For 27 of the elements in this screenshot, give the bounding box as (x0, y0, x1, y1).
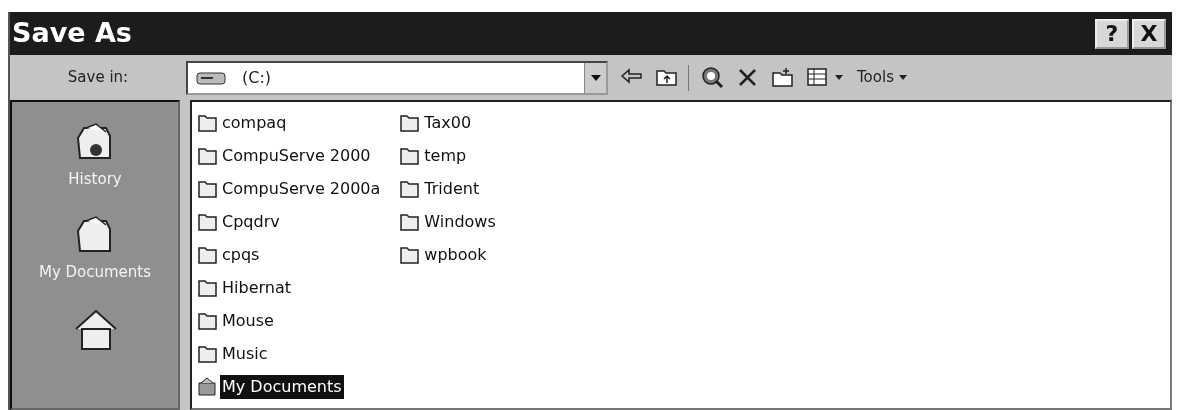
close-button[interactable]: X (1132, 18, 1166, 49)
drive-icon (196, 69, 226, 86)
save-in-label: Save in: (66, 67, 130, 89)
location-dropdown[interactable]: (C:) (186, 60, 608, 95)
search-icon[interactable] (701, 66, 724, 89)
caret-icon (898, 75, 907, 81)
file-item[interactable]: compaq (220, 110, 289, 135)
file-item[interactable]: Music (220, 341, 270, 366)
file-item[interactable]: Trident (422, 176, 482, 201)
file-item[interactable]: Tax00 (422, 110, 474, 135)
file-item[interactable]: CompuServe 2000 (220, 143, 373, 168)
file-item[interactable]: cpqs (220, 242, 262, 267)
file-item[interactable]: Windows (422, 209, 498, 234)
new-folder-icon[interactable] (771, 66, 794, 89)
file-item[interactable]: CompuServe 2000a (220, 176, 383, 201)
caret-icon (590, 74, 601, 81)
file-item[interactable]: My Documents (220, 374, 344, 399)
tools-menu[interactable]: Tools (855, 66, 909, 89)
file-item[interactable]: temp (422, 143, 469, 168)
caret-icon (835, 75, 843, 80)
window-title: Save As (12, 16, 132, 51)
file-item[interactable]: Hibernat (220, 275, 293, 300)
help-button[interactable]: ? (1095, 18, 1129, 49)
file-item[interactable]: wpbook (422, 242, 489, 267)
file-item[interactable]: Cpqdrv (220, 209, 282, 234)
file-item[interactable]: Mouse (220, 308, 276, 333)
views-icon[interactable] (806, 66, 829, 89)
